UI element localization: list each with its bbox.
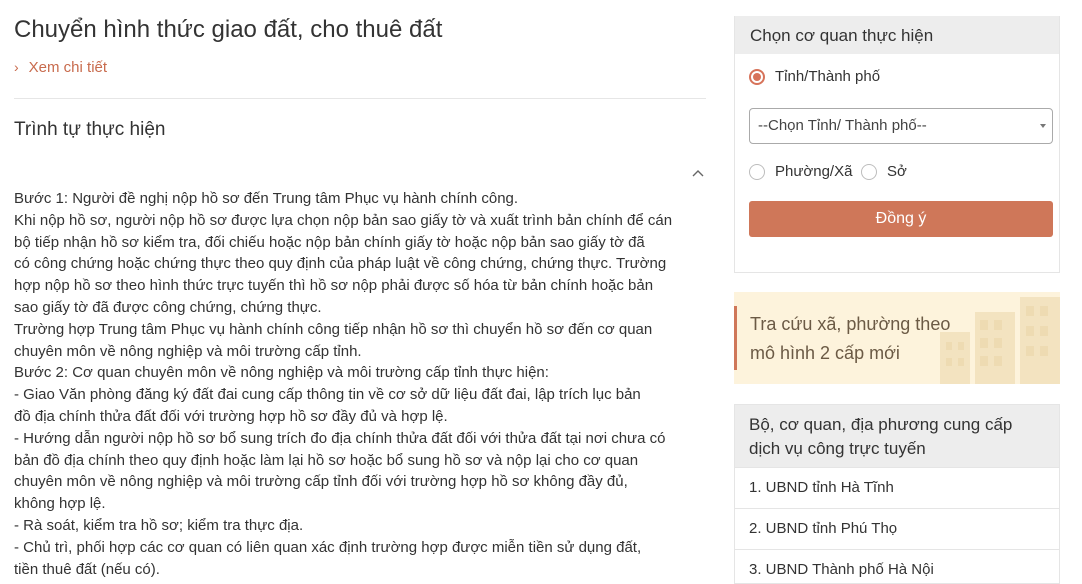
chevron-up-icon[interactable] — [691, 166, 705, 180]
procedure-line: bộ tiếp nhận hồ sơ kiểm tra, đối chiếu h… — [14, 233, 645, 251]
procedure-line: tiền thuê đất (nếu có). — [14, 560, 160, 578]
radio-option-ward[interactable]: Phường/Xã — [749, 163, 852, 180]
procedure-line: Bước 1: Người đề nghị nộp hồ sơ đến Trun… — [14, 190, 519, 207]
procedure-line: không hợp lệ. — [14, 495, 106, 513]
chevron-right-icon: › — [14, 59, 19, 75]
page-title: Chuyển hình thức giao đất, cho thuê đất — [14, 16, 443, 43]
ward-lookup-banner[interactable]: Tra cứu xã, phường theo mô hình 2 cấp mớ… — [734, 292, 1060, 384]
procedure-line: Trường hợp Trung tâm Phục vụ hành chính … — [14, 320, 653, 338]
agree-button[interactable]: Đồng ý — [749, 201, 1053, 237]
radio-department-label: Sở — [887, 163, 907, 180]
procedure-line: chuyên môn về nông nghiệp và môi trường … — [14, 473, 628, 491]
procedure-line: - Hướng dẫn người nộp hồ sơ bổ sung tríc… — [14, 429, 666, 447]
radio-province[interactable] — [749, 68, 765, 85]
radio-option-department[interactable]: Sở — [861, 163, 907, 180]
dropdown-caret-icon — [1040, 124, 1046, 128]
procedure-line: hợp nộp hồ sơ theo hình thức trực tuyến … — [14, 277, 654, 295]
banner-accent-bar — [734, 306, 737, 370]
procedure-line: - Giao Văn phòng đăng ký đất đai cung cấ… — [14, 386, 641, 404]
providers-header: Bộ, cơ quan, địa phương cung cấp dịch vụ… — [735, 405, 1059, 467]
radio-option-province[interactable]: Tỉnh/Thành phố — [749, 68, 880, 85]
radio-department[interactable] — [861, 163, 877, 180]
radio-province-label: Tỉnh/Thành phố — [775, 68, 881, 85]
radio-ward-label: Phường/Xã — [775, 163, 853, 180]
banner-text: Tra cứu xã, phường theo mô hình 2 cấp mớ… — [750, 310, 950, 368]
agency-selector-header: Chọn cơ quan thực hiện — [735, 16, 1059, 54]
banner-line-1: Tra cứu xã, phường theo — [750, 314, 951, 334]
province-select-value: --Chọn Tỉnh/ Thành phố-- — [758, 117, 927, 134]
providers-panel: Bộ, cơ quan, địa phương cung cấp dịch vụ… — [734, 404, 1060, 584]
provider-item[interactable]: 1. UBND tỉnh Hà Tĩnh — [735, 467, 1059, 508]
divider — [14, 98, 706, 99]
procedure-line: đồ địa chính thửa đất đối với trường hợp… — [14, 407, 448, 425]
procedure-line: bản đồ địa chính theo quy định hoặc làm … — [14, 451, 639, 469]
banner-line-2: mô hình 2 cấp mới — [750, 343, 900, 363]
procedure-content: Bước 1: Người đề nghị nộp hồ sơ đến Trun… — [14, 188, 706, 580]
procedure-line: Bước 2: Cơ quan chuyên môn về nông nghiệ… — [14, 364, 549, 382]
section-title-procedure: Trình tự thực hiện — [14, 119, 166, 140]
province-select[interactable]: --Chọn Tỉnh/ Thành phố-- — [749, 108, 1053, 144]
procedure-line: - Chủ trì, phối hợp các cơ quan có liên … — [14, 538, 642, 556]
view-details-link[interactable]: › Xem chi tiết — [14, 59, 107, 76]
agency-selector-panel: Chọn cơ quan thực hiện Tỉnh/Thành phố --… — [734, 16, 1060, 273]
provider-item[interactable]: 2. UBND tỉnh Phú Thọ — [735, 508, 1059, 549]
procedure-line: - Rà soát, kiểm tra hồ sơ; kiểm tra thực… — [14, 516, 304, 534]
procedure-line: Khi nộp hồ sơ, người nộp hồ sơ được lựa … — [14, 211, 673, 229]
procedure-line: có công chứng hoặc chứng thực theo quy đ… — [14, 255, 667, 273]
procedure-line: sao giấy tờ đã được công chứng, chứng th… — [14, 298, 322, 316]
radio-ward[interactable] — [749, 163, 765, 180]
procedure-line: chuyên môn về nông nghiệp và môi trường … — [14, 342, 362, 360]
provider-item[interactable]: 3. UBND Thành phố Hà Nội — [735, 549, 1059, 583]
view-details-label: Xem chi tiết — [28, 59, 108, 76]
